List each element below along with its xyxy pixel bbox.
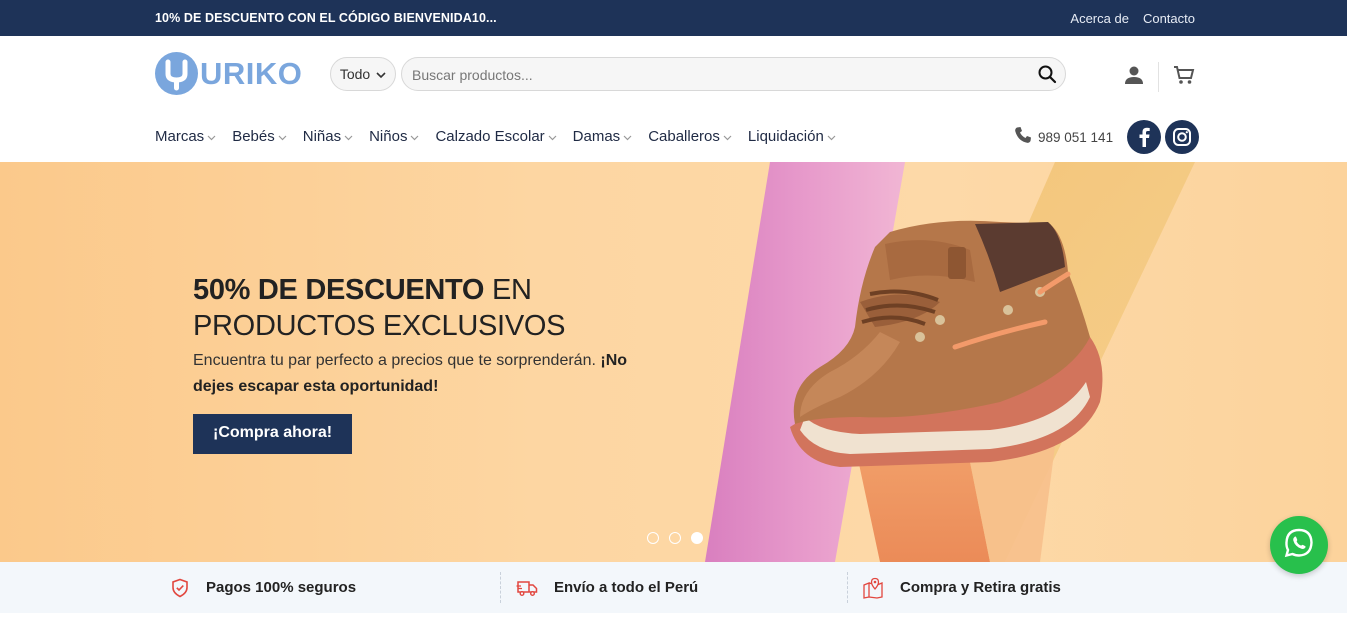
hero-title-line2: PRODUCTOS EXCLUSIVOS — [193, 310, 566, 342]
phone-icon — [1014, 126, 1032, 149]
contact-area: 989 051 141 — [1014, 120, 1200, 154]
site-header: URIKO Todo Marcas Bebés Niñas Niños Calz… — [0, 36, 1347, 162]
logo[interactable]: URIKO — [155, 52, 302, 95]
top-links: Acerca de Contacto — [1070, 11, 1195, 26]
nav-item-bebes[interactable]: Bebés — [232, 128, 287, 145]
feature-secure-payments: Pagos 100% seguros — [170, 562, 356, 613]
category-select[interactable]: Todo — [330, 57, 396, 91]
map-pin-icon — [862, 577, 884, 599]
nav-item-ninas[interactable]: Niñas — [303, 128, 353, 145]
hero-subtitle-text: Encuentra tu par perfecto a precios que … — [193, 352, 601, 369]
nav-item-label: Liquidación — [747, 128, 824, 145]
feature-pickup: Compra y Retira gratis — [862, 562, 1061, 613]
search-box — [401, 57, 1066, 91]
slider-dots — [647, 532, 703, 544]
about-link[interactable]: Acerca de — [1070, 11, 1129, 26]
feature-label: Envío a todo el Perú — [554, 579, 699, 596]
nav-item-label: Marcas — [155, 128, 205, 145]
chevron-down-icon — [623, 128, 632, 145]
nav-item-label: Caballeros — [648, 128, 720, 145]
header-divider — [1158, 62, 1159, 92]
nav-item-caballeros[interactable]: Caballeros — [648, 128, 732, 145]
logo-mark-icon — [155, 52, 198, 95]
nav-item-ninos[interactable]: Niños — [369, 128, 419, 145]
chevron-down-icon — [278, 128, 287, 145]
promo-text: 10% DE DESCUENTO CON EL CÓDIGO BIENVENID… — [155, 11, 497, 25]
chevron-down-icon — [827, 128, 836, 145]
nav-item-label: Niñas — [302, 128, 342, 145]
feature-label: Pagos 100% seguros — [206, 579, 357, 596]
user-icon[interactable] — [1124, 65, 1144, 90]
hero-title-bold: 50% DE DESCUENTO — [193, 274, 485, 306]
nav-item-label: Niños — [369, 128, 408, 145]
hero-subtitle: Encuentra tu par perfecto a precios que … — [193, 348, 663, 400]
whatsapp-icon — [1283, 527, 1315, 564]
nav-item-liquidacion[interactable]: Liquidación — [748, 128, 836, 145]
announcement-bar: 10% DE DESCUENTO CON EL CÓDIGO BIENVENID… — [0, 0, 1347, 36]
features-bar: Pagos 100% seguros Envío a todo el Perú … — [0, 562, 1347, 613]
facebook-icon[interactable] — [1127, 120, 1162, 154]
whatsapp-button[interactable] — [1270, 516, 1328, 574]
logo-text: URIKO — [200, 55, 303, 91]
hero-banner: 50% DE DESCUENTO EN PRODUCTOS EXCLUSIVOS… — [0, 162, 1347, 562]
slider-dot[interactable] — [669, 532, 681, 544]
shop-now-button[interactable]: ¡Compra ahora! — [193, 414, 353, 454]
main-nav: Marcas Bebés Niñas Niños Calzado Escolar… — [155, 128, 852, 145]
instagram-icon[interactable] — [1165, 120, 1200, 154]
chevron-down-icon — [723, 128, 732, 145]
hero-title-rest: EN — [484, 274, 532, 306]
shield-icon — [170, 578, 190, 598]
feature-divider — [847, 572, 848, 603]
chevron-down-icon — [376, 66, 386, 82]
feature-label: Compra y Retira gratis — [900, 579, 1061, 596]
slider-dot-active[interactable] — [691, 532, 703, 544]
feature-shipping: Envío a todo el Perú — [516, 562, 698, 613]
feature-divider — [500, 572, 501, 603]
truck-icon — [516, 579, 538, 597]
chevron-down-icon — [344, 128, 353, 145]
chevron-down-icon — [410, 128, 419, 145]
nav-item-label: Damas — [572, 128, 621, 145]
nav-item-marcas[interactable]: Marcas — [155, 128, 216, 145]
hero-copy: 50% DE DESCUENTO EN PRODUCTOS EXCLUSIVOS… — [193, 272, 663, 454]
search-input[interactable] — [412, 64, 1012, 86]
search-icon[interactable] — [1037, 64, 1057, 89]
category-select-value: Todo — [339, 66, 371, 82]
contact-link[interactable]: Contacto — [1143, 11, 1195, 26]
nav-item-calzado-escolar[interactable]: Calzado Escolar — [435, 128, 557, 145]
nav-item-label: Calzado Escolar — [435, 128, 545, 145]
nav-item-damas[interactable]: Damas — [573, 128, 633, 145]
chevron-down-icon — [207, 128, 216, 145]
nav-item-label: Bebés — [232, 128, 275, 145]
slider-dot[interactable] — [647, 532, 659, 544]
phone-number[interactable]: 989 051 141 — [1038, 130, 1113, 145]
header-actions — [1124, 62, 1195, 92]
cart-icon[interactable] — [1173, 65, 1195, 90]
chevron-down-icon — [548, 128, 557, 145]
hero-title: 50% DE DESCUENTO EN PRODUCTOS EXCLUSIVOS — [193, 272, 663, 344]
